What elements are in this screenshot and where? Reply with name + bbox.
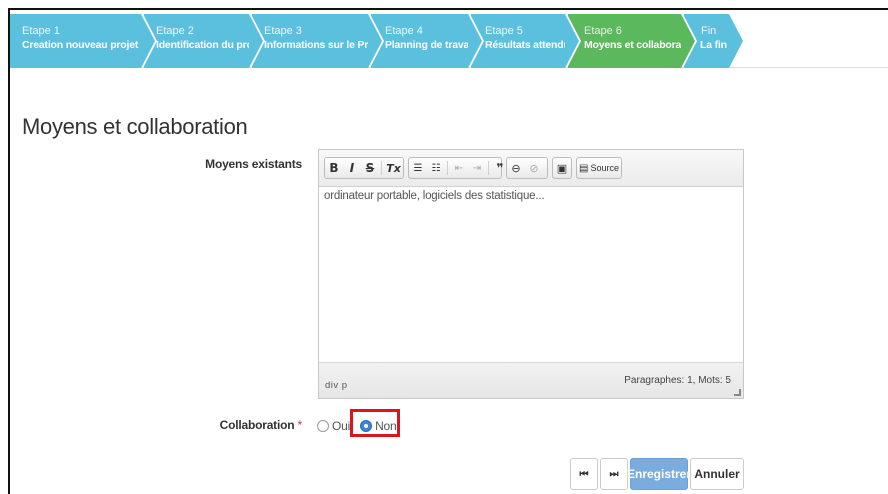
- wizard-step-1[interactable]: Etape 1 Creation nouveau projet: [10, 14, 157, 68]
- wizard-step-6[interactable]: Etape 6 Moyens et collaboration: [568, 14, 700, 68]
- app-frame: Etape 1 Creation nouveau projet Etape 2 …: [8, 8, 888, 494]
- unlink-icon[interactable]: ⊘: [525, 158, 543, 178]
- editor-content[interactable]: ordinateur portable, logiciels des stati…: [319, 187, 743, 362]
- source-group: ▤ Source: [576, 157, 622, 179]
- indent-icon[interactable]: ⇥: [468, 158, 486, 178]
- step-number: Fin: [701, 25, 717, 37]
- word-count: Paragraphes: 1, Mots: 5: [624, 375, 731, 386]
- link-group: ⊖ ⊘: [506, 157, 548, 179]
- toolbar-separator: [488, 161, 489, 175]
- element-path[interactable]: div p: [325, 380, 348, 391]
- toolbar-separator: [381, 161, 382, 175]
- step-number: Etape 4: [385, 25, 423, 37]
- last-step-button[interactable]: ⏭: [600, 458, 628, 490]
- toolbar-separator: [447, 161, 448, 175]
- skip-first-icon: ⏮: [579, 468, 589, 480]
- remove-format-button[interactable]: Tx: [384, 158, 403, 178]
- moyens-label: Moyens existants: [205, 157, 302, 171]
- step-number: Etape 2: [156, 25, 194, 37]
- save-button[interactable]: Enregistrer: [626, 458, 692, 490]
- wizard-steps: Etape 1 Creation nouveau projet Etape 2 …: [10, 10, 888, 68]
- italic-button[interactable]: I: [343, 158, 361, 178]
- required-mark: *: [297, 418, 303, 432]
- step-title: Planning de travail: [385, 39, 475, 51]
- cancel-label: Annuler: [694, 467, 740, 481]
- page-title: Moyens et collaboration: [22, 114, 248, 139]
- list-group: ☰ ☷ ⇤ ⇥ ❞: [408, 157, 504, 179]
- image-group: ▣: [552, 157, 572, 179]
- rich-text-editor[interactable]: B I S Tx ☰ ☷ ⇤ ⇥ ❞ ⊖ ⊘ ▣ ▤ Source ordina…: [318, 149, 744, 399]
- skip-last-icon: ⏭: [609, 468, 619, 480]
- first-step-button[interactable]: ⏮: [570, 458, 598, 490]
- wizard-step-4[interactable]: Etape 4 Planning de travail: [371, 14, 484, 68]
- top-margin: [0, 0, 888, 8]
- numbered-list-icon[interactable]: ☰: [409, 158, 427, 178]
- step-title: Creation nouveau projet: [22, 39, 139, 51]
- step-number: Etape 1: [22, 25, 60, 37]
- resize-handle[interactable]: [734, 389, 741, 396]
- image-icon[interactable]: ▣: [553, 158, 571, 178]
- editor-statusbar: div p Paragraphes: 1, Mots: 5: [319, 362, 743, 398]
- radio-oui[interactable]: [317, 420, 329, 432]
- step-number: Etape 5: [485, 25, 523, 37]
- wizard-step-3[interactable]: Etape 3 Informations sur le Projet: [252, 14, 386, 68]
- highlight-box: [350, 409, 400, 437]
- wizard-step-5[interactable]: Etape 5 Résultats attendus: [471, 14, 581, 68]
- editor-text: ordinateur portable, logiciels des stati…: [324, 190, 545, 202]
- outdent-icon[interactable]: ⇤: [450, 158, 468, 178]
- source-icon: ▤: [579, 162, 589, 174]
- step-number: Etape 6: [584, 25, 622, 37]
- bold-button[interactable]: B: [325, 158, 343, 178]
- cancel-button[interactable]: Annuler: [690, 458, 744, 490]
- format-group: B I S Tx: [324, 157, 404, 179]
- link-icon[interactable]: ⊖: [507, 158, 525, 178]
- source-button[interactable]: ▤ Source: [577, 158, 621, 178]
- save-label: Enregistrer: [626, 467, 692, 481]
- editor-toolbar: B I S Tx ☰ ☷ ⇤ ⇥ ❞ ⊖ ⊘ ▣ ▤ Source: [319, 150, 743, 187]
- collaboration-label: Collaboration *: [219, 418, 303, 432]
- step-title: Résultats attendus: [485, 39, 576, 51]
- strike-button[interactable]: S: [361, 158, 379, 178]
- source-label: Source: [590, 163, 619, 173]
- step-number: Etape 3: [264, 25, 302, 37]
- option-label: Oui: [332, 419, 351, 433]
- bullet-list-icon[interactable]: ☷: [427, 158, 445, 178]
- step-title: La fin: [700, 39, 727, 51]
- option-oui[interactable]: Oui: [317, 419, 350, 433]
- wizard-step-2[interactable]: Etape 2 Identification du projet: [144, 14, 265, 68]
